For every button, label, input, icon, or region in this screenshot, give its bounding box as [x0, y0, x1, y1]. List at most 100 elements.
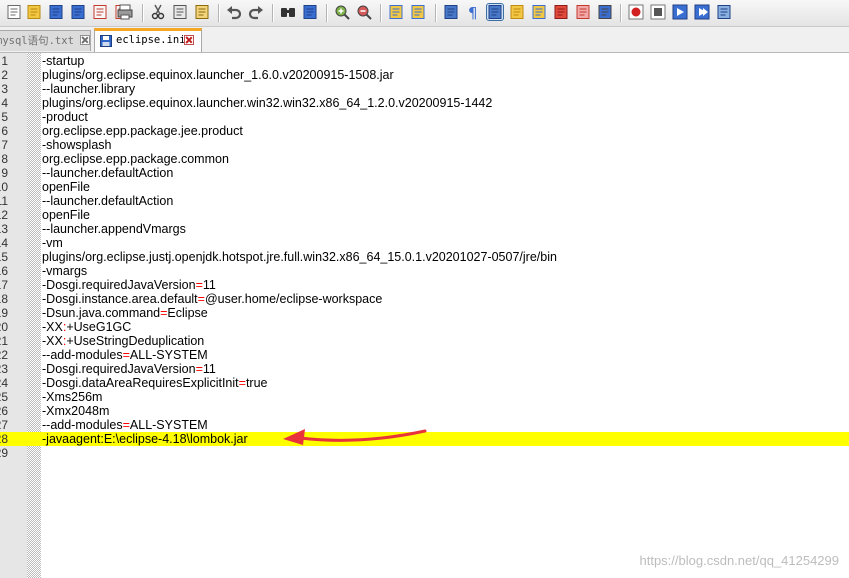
editor-line[interactable]: 14 -vm: [0, 236, 849, 250]
saved-file-icon: [100, 35, 112, 47]
tab-mysql-txt[interactable]: mysql语句.txt: [0, 30, 91, 51]
line-number: 17: [0, 278, 8, 292]
cut-icon[interactable]: [150, 4, 166, 20]
editor-line[interactable]: 8 org.eclipse.epp.package.common: [0, 152, 849, 166]
print-icon[interactable]: [117, 4, 133, 20]
editor-line[interactable]: 12 openFile: [0, 208, 849, 222]
line-number: 3: [1, 82, 8, 96]
toolbar-separator: [272, 4, 273, 22]
line-text: --launcher.defaultAction: [42, 194, 174, 208]
zoom-out-icon[interactable]: [356, 4, 372, 20]
editor-line[interactable]: 3 --launcher.library: [0, 82, 849, 96]
editor-line[interactable]: 10 openFile: [0, 180, 849, 194]
line-number: 22: [0, 348, 8, 362]
record-macro-icon[interactable]: [628, 4, 644, 20]
save-icon[interactable]: [48, 4, 64, 20]
line-text: -XX:+UseStringDeduplication: [42, 334, 205, 348]
toolbar-separator: [380, 4, 381, 22]
play-macro-icon[interactable]: [672, 4, 688, 20]
folder-workspace-icon[interactable]: [575, 4, 591, 20]
toolbar-separator: [620, 4, 621, 22]
editor-line[interactable]: 2 plugins/org.eclipse.equinox.launcher_1.…: [0, 68, 849, 82]
editor-line[interactable]: 29: [0, 446, 849, 460]
line-text: -Dsun.java.command=Eclipse: [42, 306, 208, 320]
toolbar-separator: [142, 4, 143, 22]
editor-line[interactable]: 25 -Xms256m: [0, 390, 849, 404]
editor-line[interactable]: 17 -Dosgi.requiredJavaVersion=11: [0, 278, 849, 292]
editor-line[interactable]: 21 -XX:+UseStringDeduplication: [0, 334, 849, 348]
editor-line[interactable]: 7 -showsplash: [0, 138, 849, 152]
editor-line[interactable]: 4 plugins/org.eclipse.equinox.launcher.wi…: [0, 96, 849, 110]
editor-line[interactable]: 22 --add-modules=ALL-SYSTEM: [0, 348, 849, 362]
close-icon[interactable]: [184, 35, 194, 45]
editor-line[interactable]: 6 org.eclipse.epp.package.jee.product: [0, 124, 849, 138]
text-editor[interactable]: 1 -startup 2 plugins/org.eclipse.equinox.la…: [0, 53, 849, 578]
line-number: 21: [0, 334, 8, 348]
line-text: --add-modules=ALL-SYSTEM: [42, 348, 208, 362]
monitoring-icon[interactable]: [597, 4, 613, 20]
toolbar-separator: [435, 4, 436, 22]
find-icon[interactable]: [280, 4, 296, 20]
editor-line[interactable]: 5 -product: [0, 110, 849, 124]
word-wrap-icon[interactable]: [443, 4, 459, 20]
line-text: -product: [42, 110, 88, 124]
tab-label: mysql语句.txt: [0, 35, 74, 47]
new-file-icon[interactable]: [6, 4, 22, 20]
paste-icon[interactable]: [194, 4, 210, 20]
editor-line[interactable]: 16 -vmargs: [0, 264, 849, 278]
line-text: --add-modules=ALL-SYSTEM: [42, 418, 208, 432]
line-number: 25: [0, 390, 8, 404]
tab-eclipse-ini[interactable]: eclipse.ini: [94, 28, 202, 52]
document-map-icon[interactable]: [531, 4, 547, 20]
user-language-icon[interactable]: [509, 4, 525, 20]
close-icon[interactable]: [80, 35, 90, 45]
line-text: -Dosgi.dataAreaRequiresExplicitInit=true: [42, 376, 268, 390]
editor-line[interactable]: 23 -Dosgi.requiredJavaVersion=11: [0, 362, 849, 376]
line-text: plugins/org.eclipse.equinox.launcher_1.6…: [42, 68, 394, 82]
editor-line[interactable]: 27 --add-modules=ALL-SYSTEM: [0, 418, 849, 432]
line-text: -vm: [42, 236, 63, 250]
copy-icon[interactable]: [172, 4, 188, 20]
editor-line[interactable]: 1 -startup: [0, 54, 849, 68]
save-macro-icon[interactable]: [716, 4, 732, 20]
line-text: org.eclipse.epp.package.jee.product: [42, 124, 243, 138]
editor-line[interactable]: 24 -Dosgi.dataAreaRequiresExplicitInit=tr…: [0, 376, 849, 390]
undo-icon[interactable]: [226, 4, 242, 20]
editor-line[interactable]: 15 plugins/org.eclipse.justj.openjdk.hots…: [0, 250, 849, 264]
line-text: -Dosgi.instance.area.default=@user.home/…: [42, 292, 383, 306]
line-number: 10: [0, 180, 8, 194]
line-text: -vmargs: [42, 264, 88, 278]
open-file-icon[interactable]: [26, 4, 42, 20]
zoom-in-icon[interactable]: [334, 4, 350, 20]
function-list-icon[interactable]: [553, 4, 569, 20]
editor-line[interactable]: 9 --launcher.defaultAction: [0, 166, 849, 180]
indent-guide-icon[interactable]: [486, 3, 504, 21]
toolbar-separator: [326, 4, 327, 22]
editor-line[interactable]: 26 -Xmx2048m: [0, 404, 849, 418]
editor-line[interactable]: 13 --launcher.appendVmargs: [0, 222, 849, 236]
highlighted-line[interactable]: 28 -javaagent:E:\eclipse-4.18\lombok.jar: [0, 432, 849, 446]
editor-line[interactable]: 20 -XX:+UseG1GC: [0, 320, 849, 334]
line-text: --launcher.appendVmargs: [42, 222, 186, 236]
sync-vertical-icon[interactable]: [388, 4, 404, 20]
editor-line[interactable]: 19 -Dsun.java.command=Eclipse: [0, 306, 849, 320]
replace-icon[interactable]: [302, 4, 318, 20]
line-text: -startup: [42, 54, 85, 68]
line-number: 23: [0, 362, 8, 376]
line-number: 6: [1, 124, 8, 138]
editor-line[interactable]: 11 --launcher.defaultAction: [0, 194, 849, 208]
show-all-characters-icon[interactable]: ¶: [465, 4, 481, 20]
editor-line[interactable]: 18 -Dosgi.instance.area.default=@user.hom…: [0, 292, 849, 306]
sync-horizontal-icon[interactable]: [410, 4, 426, 20]
tab-bar: mysql语句.txt eclipse.ini: [0, 27, 849, 53]
run-macro-multiple-icon[interactable]: [694, 4, 710, 20]
redo-icon[interactable]: [248, 4, 264, 20]
close-icon[interactable]: [92, 4, 108, 20]
save-all-icon[interactable]: [70, 4, 86, 20]
stop-recording-icon[interactable]: [650, 4, 666, 20]
line-number: 16: [0, 264, 8, 278]
line-text: plugins/org.eclipse.equinox.launcher.win…: [42, 96, 493, 110]
line-text: -Dosgi.requiredJavaVersion=11: [42, 278, 216, 292]
line-text: -Xms256m: [42, 390, 103, 404]
svg-text:¶: ¶: [468, 4, 478, 20]
